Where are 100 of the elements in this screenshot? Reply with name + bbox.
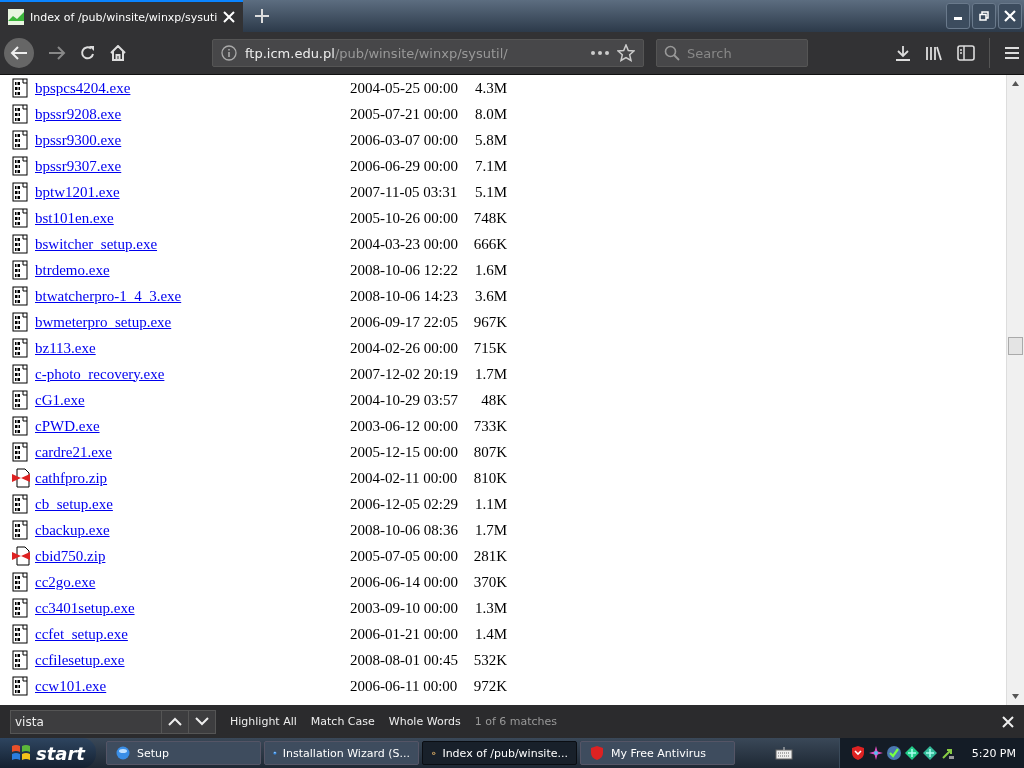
file-size: 1.6M	[473, 261, 507, 279]
close-icon[interactable]	[1002, 715, 1014, 728]
file-link[interactable]: bptw1201.exe	[35, 183, 120, 200]
checkmark-icon[interactable]	[885, 745, 902, 761]
shield-icon[interactable]	[849, 745, 866, 761]
file-date: 2004-05-25 00:00	[350, 79, 459, 97]
file-date: 2006-03-07 00:00	[350, 131, 459, 149]
file-date: 2005-10-26 00:00	[350, 209, 459, 227]
binary-file-icon[interactable]	[12, 208, 30, 228]
binary-file-icon[interactable]	[12, 416, 30, 436]
keyboard-icon[interactable]	[775, 746, 793, 760]
binary-file-icon[interactable]	[12, 312, 30, 332]
scroll-thumb[interactable]	[1008, 337, 1023, 355]
scroll-up-icon[interactable]	[1012, 81, 1019, 86]
binary-file-icon[interactable]	[12, 104, 30, 124]
file-size: 1.4M	[473, 625, 507, 643]
find-option[interactable]: Match Case	[310, 715, 375, 728]
file-link[interactable]: bwmeterpro_setup.exe	[35, 313, 172, 330]
file-link[interactable]: cc3401setup.exe	[35, 599, 135, 616]
search-field[interactable]: Search	[656, 39, 808, 67]
file-link[interactable]: ccfet_setup.exe	[35, 625, 128, 642]
network-icon[interactable]	[903, 745, 920, 761]
archive-file-icon[interactable]	[12, 468, 30, 488]
file-date: 2006-06-11 00:00	[350, 677, 459, 695]
download-icon[interactable]	[895, 45, 911, 61]
binary-file-icon[interactable]	[12, 156, 30, 176]
file-link[interactable]: bst101en.exe	[35, 209, 114, 226]
previous-button[interactable]	[162, 709, 189, 734]
binary-file-icon[interactable]	[12, 572, 30, 592]
address-bar[interactable]: ftp.icm.edu.pl/pub/winsite/winxp/sysutil/	[212, 39, 644, 67]
binary-file-icon[interactable]	[12, 390, 30, 410]
file-link[interactable]: bpssr9208.exe	[35, 105, 122, 122]
binary-file-icon[interactable]	[12, 650, 30, 670]
taskbar-button[interactable]: Installation Wizard (S...	[264, 741, 419, 765]
file-size: 5.8M	[473, 131, 507, 149]
binary-file-icon[interactable]	[12, 676, 30, 696]
binary-file-icon[interactable]	[12, 260, 30, 280]
scroll-down-icon[interactable]	[1012, 694, 1019, 699]
library-icon[interactable]	[925, 45, 943, 61]
network-icon[interactable]	[921, 745, 938, 761]
file-link[interactable]: cb_setup.exe	[35, 495, 113, 512]
binary-file-icon[interactable]	[12, 234, 30, 254]
file-link[interactable]: cG1.exe	[35, 391, 85, 408]
archive-file-icon[interactable]	[12, 546, 30, 566]
file-link[interactable]: cbid750.zip	[35, 547, 106, 564]
file-date: 2007-11-05 03:31	[350, 183, 459, 201]
binary-file-icon[interactable]	[12, 182, 30, 202]
find-option[interactable]: Whole Words	[388, 715, 461, 728]
home-icon[interactable]	[110, 45, 126, 61]
find-field[interactable]: vista	[10, 709, 162, 734]
reload-icon[interactable]	[80, 45, 96, 61]
menu-icon[interactable]	[1004, 46, 1020, 60]
file-link[interactable]: ccfilesetup.exe	[35, 651, 125, 668]
binary-file-icon[interactable]	[12, 130, 30, 150]
file-link[interactable]: cathfpro.zip	[35, 469, 108, 486]
file-link[interactable]: cPWD.exe	[35, 417, 100, 434]
file-link[interactable]: bpssr9307.exe	[35, 157, 122, 174]
binary-file-icon[interactable]	[12, 520, 30, 540]
binary-file-icon[interactable]	[12, 598, 30, 618]
new-tab-icon[interactable]	[255, 9, 270, 23]
file-link[interactable]: cc2go.exe	[35, 573, 96, 590]
binary-file-icon[interactable]	[12, 286, 30, 306]
clock: 5:20 PM	[971, 746, 1016, 760]
binary-file-icon[interactable]	[12, 442, 30, 462]
back-button[interactable]	[4, 38, 34, 68]
next-button[interactable]	[189, 709, 216, 734]
file-link[interactable]: bpssr9300.exe	[35, 131, 122, 148]
find-option[interactable]: Highlight All	[230, 715, 297, 728]
file-link[interactable]: bz113.exe	[35, 339, 96, 356]
binary-file-icon[interactable]	[12, 364, 30, 384]
scrollbar[interactable]	[1006, 75, 1024, 705]
taskbar-button[interactable]: Index of /pub/winsite...	[422, 741, 577, 765]
file-link[interactable]: btrdemo.exe	[35, 261, 110, 278]
file-link[interactable]: btwatcherpro-1_4_3.exe	[35, 287, 182, 304]
file-link[interactable]: ccw101.exe	[35, 677, 107, 694]
forward-icon[interactable]	[48, 45, 66, 61]
file-size: 370K	[472, 573, 507, 591]
file-size: 8.0M	[473, 105, 507, 123]
minimize-button[interactable]	[946, 3, 970, 29]
taskbar-button[interactable]: Setup	[106, 741, 261, 765]
binary-file-icon[interactable]	[12, 78, 30, 98]
browser-tab[interactable]: Index of /pub/winsite/winxp/sysuti	[0, 0, 244, 32]
file-link[interactable]: cardre21.exe	[35, 443, 113, 460]
file-size: 733K	[472, 417, 507, 435]
binary-file-icon[interactable]	[12, 494, 30, 514]
file-link[interactable]: cbackup.exe	[35, 521, 110, 538]
more-icon[interactable]	[591, 51, 609, 55]
file-link[interactable]: bpspcs4204.exe	[35, 79, 131, 96]
restore-button[interactable]	[972, 3, 996, 29]
binary-file-icon[interactable]	[12, 624, 30, 644]
binary-file-icon[interactable]	[12, 338, 30, 358]
info-icon[interactable]	[221, 45, 237, 61]
star-icon[interactable]	[617, 44, 635, 62]
url-text: ftp.icm.edu.pl/pub/winsite/winxp/sysutil/	[245, 45, 508, 61]
file-link[interactable]: c-photo_recovery.exe	[35, 365, 165, 382]
file-link[interactable]: bswitcher_setup.exe	[35, 235, 158, 252]
taskbar-button[interactable]: My Free Antivirus	[580, 741, 735, 765]
close-button[interactable]	[998, 3, 1022, 29]
start-button[interactable]: start	[0, 738, 96, 768]
sidebar-icon[interactable]	[957, 45, 975, 61]
